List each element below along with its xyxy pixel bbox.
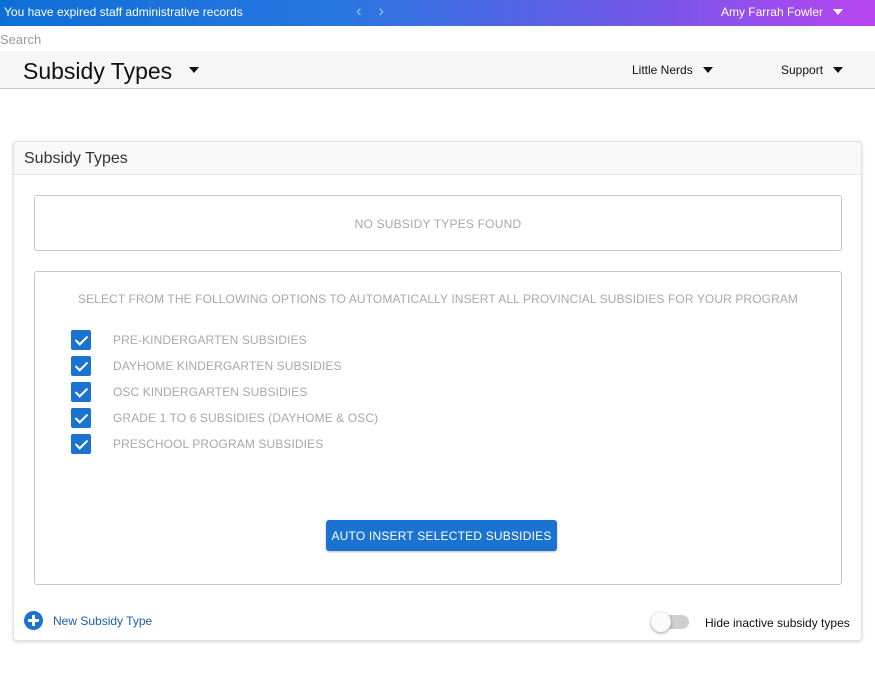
option-row[interactable]: OSC KINDERGARTEN SUBSIDIES <box>71 382 671 402</box>
auto-insert-options-box: SELECT FROM THE FOLLOWING OPTIONS TO AUT… <box>34 271 842 585</box>
option-row[interactable]: DAYHOME KINDERGARTEN SUBSIDIES <box>71 356 671 376</box>
search-input[interactable] <box>0 31 300 47</box>
option-checkbox[interactable] <box>71 434 91 454</box>
auto-insert-button[interactable]: AUTO INSERT SELECTED SUBSIDIES <box>326 520 557 551</box>
hide-inactive-toggle[interactable] <box>651 612 689 632</box>
option-row[interactable]: PRESCHOOL PROGRAM SUBSIDIES <box>71 434 671 454</box>
expired-records-alert[interactable]: You have expired staff administrative re… <box>4 5 243 19</box>
support-menu-caret-icon[interactable] <box>833 67 843 73</box>
page-title[interactable]: Subsidy Types <box>23 58 172 85</box>
option-row[interactable]: PRE-KINDERGARTEN SUBSIDIES <box>71 330 671 350</box>
empty-state-box: NO SUBSIDY TYPES FOUND <box>34 195 842 251</box>
option-checkbox[interactable] <box>71 330 91 350</box>
option-label: GRADE 1 TO 6 SUBSIDIES (DAYHOME & OSC) <box>113 411 379 425</box>
page-title-caret-icon[interactable] <box>189 67 199 73</box>
card-title: Subsidy Types <box>24 150 128 167</box>
option-checkbox[interactable] <box>71 408 91 428</box>
program-menu-caret-icon[interactable] <box>703 67 713 73</box>
program-menu[interactable]: Little Nerds <box>632 63 693 77</box>
top-banner: You have expired staff administrative re… <box>0 0 875 26</box>
plus-circle-icon[interactable] <box>24 611 43 630</box>
subsidy-types-card: Subsidy Types NO SUBSIDY TYPES FOUND SEL… <box>13 141 862 641</box>
search-row <box>0 26 875 51</box>
empty-state-message: NO SUBSIDY TYPES FOUND <box>354 217 522 231</box>
options-heading: SELECT FROM THE FOLLOWING OPTIONS TO AUT… <box>77 292 799 306</box>
option-label: OSC KINDERGARTEN SUBSIDIES <box>113 385 308 399</box>
option-row[interactable]: GRADE 1 TO 6 SUBSIDIES (DAYHOME & OSC) <box>71 408 671 428</box>
hide-inactive-label: Hide inactive subsidy types <box>705 616 850 630</box>
support-menu[interactable]: Support <box>781 63 823 77</box>
option-label: PRE-KINDERGARTEN SUBSIDIES <box>113 333 307 347</box>
option-label: PRESCHOOL PROGRAM SUBSIDIES <box>113 437 324 451</box>
card-header: Subsidy Types <box>14 142 861 175</box>
option-label: DAYHOME KINDERGARTEN SUBSIDIES <box>113 359 342 373</box>
user-menu-caret-icon[interactable] <box>833 9 843 15</box>
history-nav-arrows[interactable]: ‹ › <box>356 1 390 21</box>
new-subsidy-type-label[interactable]: New Subsidy Type <box>53 614 152 628</box>
user-menu-name[interactable]: Amy Farrah Fowler <box>721 5 823 19</box>
page-header: Subsidy Types Little Nerds Support <box>0 51 875 89</box>
toggle-knob[interactable] <box>651 612 671 632</box>
option-checkbox[interactable] <box>71 356 91 376</box>
new-subsidy-type-link[interactable]: New Subsidy Type <box>24 611 184 631</box>
option-checkbox[interactable] <box>71 382 91 402</box>
